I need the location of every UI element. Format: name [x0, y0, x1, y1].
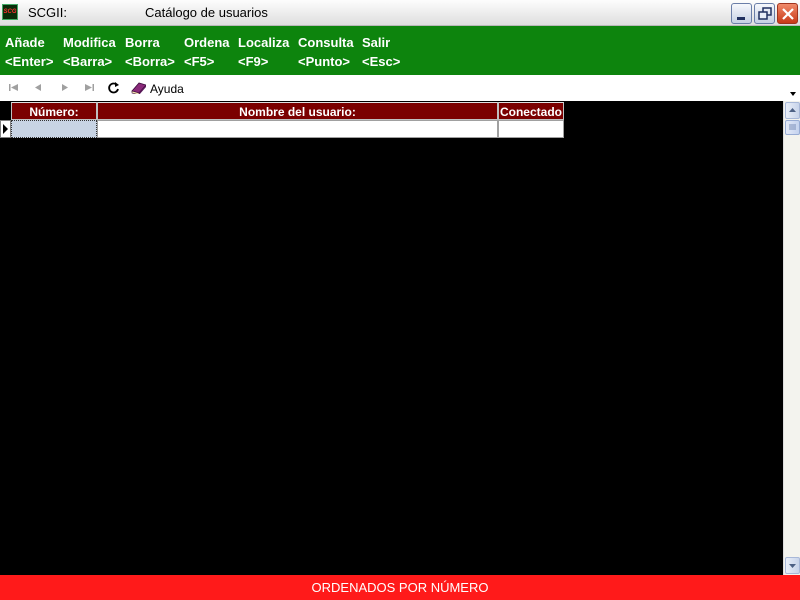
- first-record-icon[interactable]: [6, 81, 22, 95]
- toolbar-dropdown-icon[interactable]: [788, 89, 798, 99]
- minimize-icon: [737, 17, 745, 20]
- last-record-icon[interactable]: [81, 81, 97, 95]
- menu-shortcut: <Punto>: [298, 54, 351, 69]
- menu-shortcut: <F9>: [238, 54, 269, 69]
- close-icon: [782, 8, 794, 20]
- scroll-up-button[interactable]: [785, 102, 800, 119]
- column-header-user-name[interactable]: Nombre del usuario:: [97, 102, 498, 120]
- data-grid: Número: Nombre del usuario: Conectado: [0, 101, 783, 575]
- status-text: ORDENADOS POR NÚMERO: [311, 580, 489, 595]
- status-bar: ORDENADOS POR NÚMERO: [0, 575, 800, 600]
- menu-bar: Añade <Enter> Modifica <Barra> Borra <Bo…: [0, 26, 800, 75]
- cell-connected[interactable]: [498, 120, 564, 138]
- menu-label: Añade: [5, 35, 45, 50]
- help-book-icon[interactable]: [130, 80, 146, 94]
- restore-icon: [758, 7, 772, 20]
- grip-icon: [789, 124, 796, 130]
- menu-shortcut: <Esc>: [362, 54, 401, 69]
- title-bar: SCG SCGII: Catálogo de usuarios: [0, 0, 800, 26]
- minimize-button[interactable]: [731, 3, 752, 24]
- column-header-connected[interactable]: Conectado: [498, 102, 564, 120]
- app-icon[interactable]: SCG: [2, 4, 18, 20]
- restore-button[interactable]: [754, 3, 775, 24]
- menu-label: Salir: [362, 35, 391, 50]
- menu-label: Consulta: [298, 35, 354, 50]
- column-header-number[interactable]: Número:: [11, 102, 97, 120]
- current-row-arrow-icon: [3, 124, 8, 134]
- scroll-thumb[interactable]: [785, 120, 800, 135]
- scroll-down-button[interactable]: [785, 557, 800, 574]
- menu-shortcut: <Barra>: [63, 54, 113, 69]
- menu-shortcut: <Borra>: [125, 54, 175, 69]
- previous-record-icon[interactable]: [31, 81, 47, 95]
- app-name: SCGII:: [28, 5, 68, 20]
- menu-shortcut: <F5>: [184, 54, 215, 69]
- arrow-up-icon: [789, 108, 796, 112]
- close-button[interactable]: [777, 3, 798, 24]
- arrow-down-icon: [789, 564, 796, 568]
- refresh-icon[interactable]: [106, 81, 122, 95]
- help-label[interactable]: Ayuda: [150, 82, 184, 96]
- menu-shortcut: <Enter>: [5, 54, 54, 69]
- menu-label: Ordena: [184, 35, 230, 50]
- menu-label: Borra: [125, 35, 160, 50]
- next-record-icon[interactable]: [57, 81, 73, 95]
- row-indicator[interactable]: [0, 120, 11, 138]
- cell-user-name[interactable]: [97, 120, 498, 138]
- toolbar: Ayuda: [0, 75, 800, 101]
- cell-number[interactable]: [11, 120, 97, 138]
- menu-label: Modifica: [63, 35, 116, 50]
- window-title: Catálogo de usuarios: [145, 5, 268, 20]
- vertical-scrollbar[interactable]: [783, 101, 800, 575]
- menu-label: Localiza: [238, 35, 290, 50]
